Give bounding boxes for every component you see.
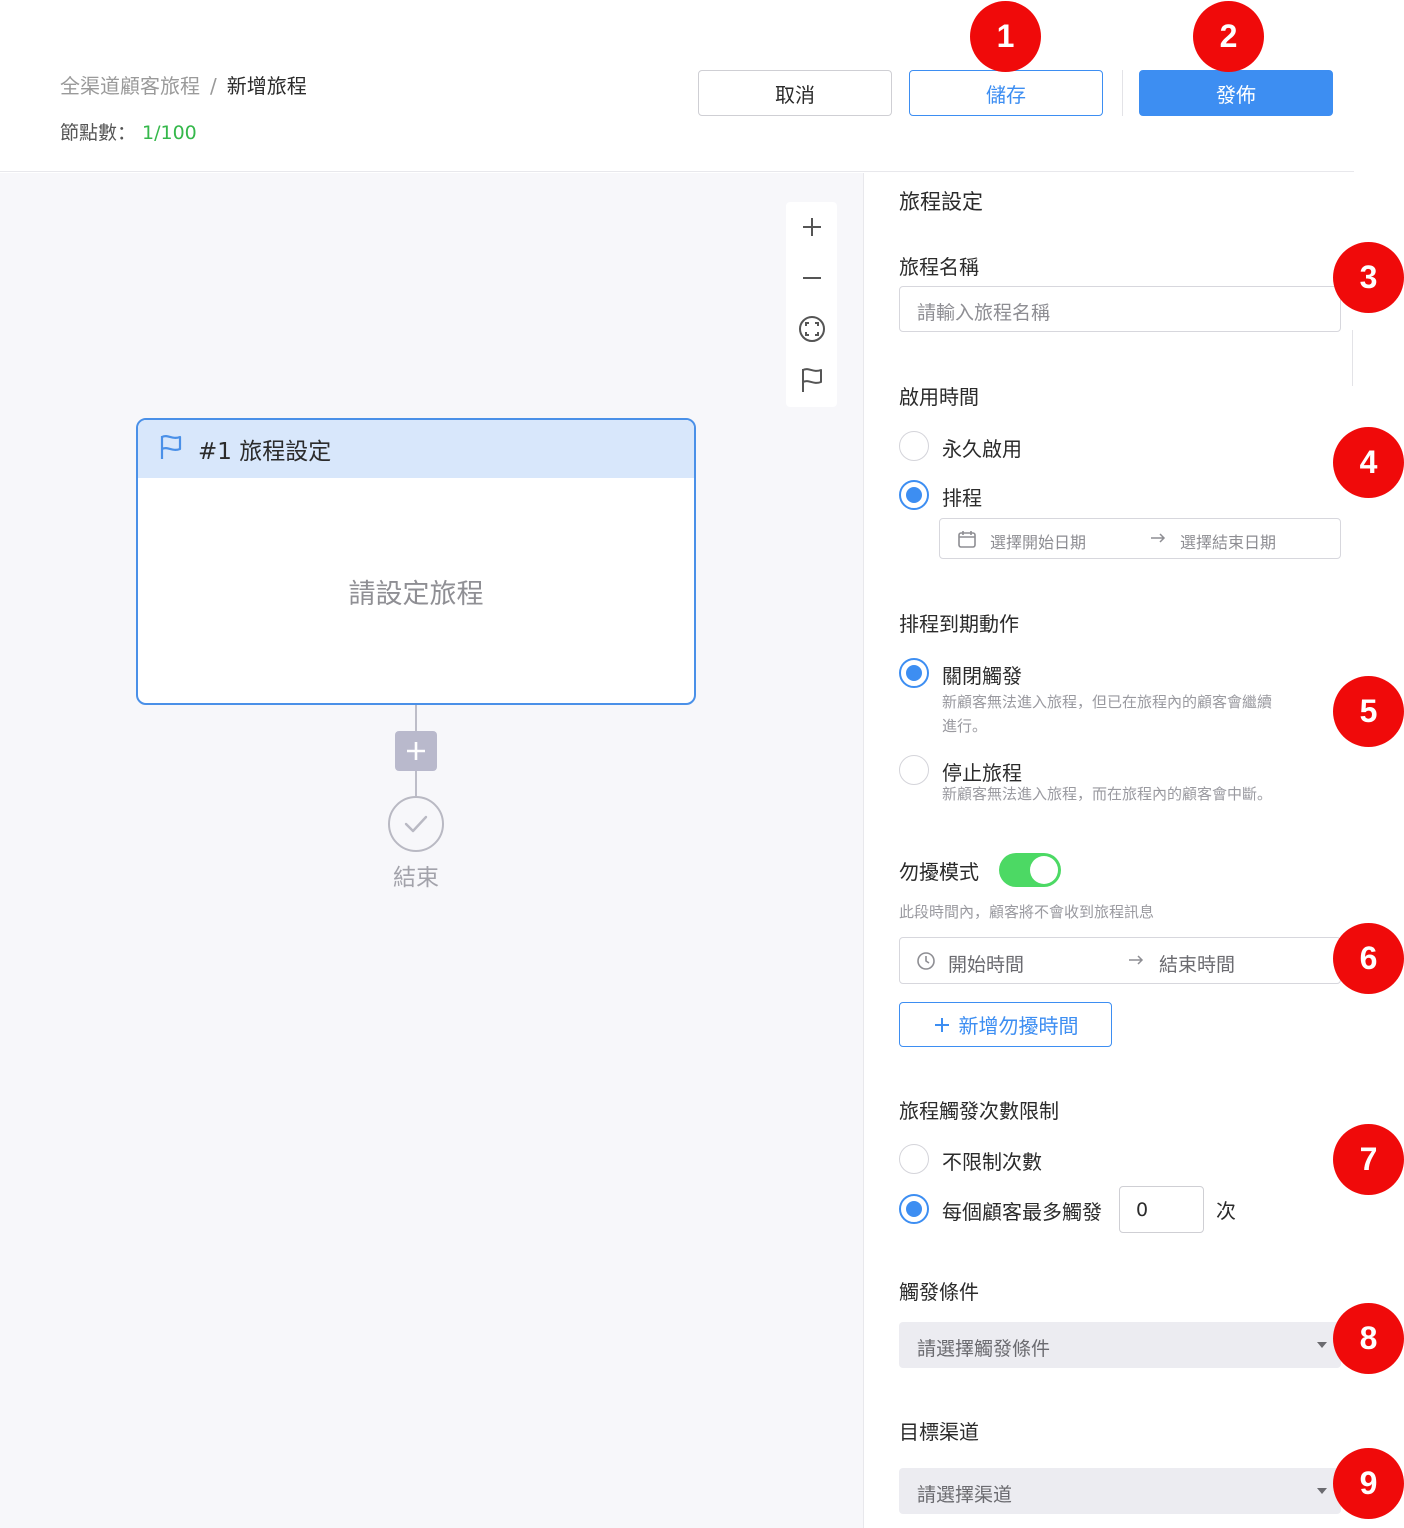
check-icon [404, 815, 428, 833]
active-time-label: 啟用時間 [899, 385, 979, 409]
annotation-badge-1: 1 [970, 1, 1041, 72]
add-dnd-time-label: 新增勿擾時間 [958, 1014, 1079, 1038]
radio-unlimited-label[interactable]: 不限制次數 [942, 1146, 1042, 1175]
target-channel-select[interactable]: 請選擇渠道 [899, 1468, 1341, 1514]
node-placeholder: 請設定旅程 [348, 579, 484, 610]
trigger-count-unit: 次 [1216, 1199, 1236, 1223]
radio-close-trigger-label[interactable]: 關閉觸發 [942, 660, 1022, 689]
connector-line [415, 705, 417, 731]
breadcrumb-root[interactable]: 全渠道顧客旅程 [60, 74, 200, 98]
dnd-start-placeholder[interactable]: 開始時間 [948, 950, 1024, 977]
publish-button[interactable]: 發佈 [1139, 70, 1333, 116]
close-trigger-hint-line2: 進行。 [942, 717, 988, 735]
toggle-knob [1030, 856, 1058, 884]
flag-icon[interactable] [786, 357, 837, 403]
annotation-badge-8: 8 [1333, 1303, 1404, 1374]
annotation-badge-5: 5 [1333, 676, 1404, 747]
radio-stop-journey[interactable] [899, 755, 929, 785]
cancel-button[interactable]: 取消 [698, 70, 892, 116]
plus-icon [407, 742, 425, 760]
radio-permanent[interactable] [899, 431, 929, 461]
add-node-button[interactable] [395, 731, 437, 771]
chevron-down-icon [1317, 1488, 1327, 1494]
save-button[interactable]: 儲存 [909, 70, 1103, 116]
zoom-toolbar [786, 202, 837, 407]
journey-name-label: 旅程名稱 [899, 255, 979, 279]
target-channel-placeholder: 請選擇渠道 [917, 1484, 1013, 1506]
target-channel-label: 目標渠道 [899, 1420, 979, 1444]
dnd-hint: 此段時間內，顧客將不會收到旅程訊息 [899, 903, 1155, 921]
node-count-label: 節點數： [60, 122, 137, 144]
node-count: 節點數： 1/100 [60, 118, 197, 145]
close-trigger-hint-line1: 新顧客無法進入旅程，但已在旅程內的顧客會繼續 [942, 693, 1273, 711]
fit-view-icon[interactable] [786, 306, 837, 352]
radio-close-trigger[interactable] [899, 658, 929, 688]
radio-permanent-label[interactable]: 永久啟用 [942, 433, 1022, 462]
radio-schedule-label[interactable]: 排程 [942, 482, 982, 511]
journey-name-input[interactable]: 請輸入旅程名稱 [899, 286, 1341, 332]
chevron-down-icon [1317, 1342, 1327, 1348]
node-title: #1 旅程設定 [198, 439, 332, 465]
dnd-time-range-picker[interactable]: 開始時間 結束時間 [899, 937, 1341, 984]
arrow-right-icon [1127, 951, 1145, 973]
trigger-condition-label: 觸發條件 [899, 1280, 979, 1304]
dnd-label: 勿擾模式 [899, 860, 979, 884]
start-date-placeholder[interactable]: 選擇開始日期 [990, 529, 1086, 553]
zoom-in-icon[interactable] [786, 204, 837, 250]
end-date-placeholder[interactable]: 選擇結束日期 [1180, 529, 1276, 553]
plus-icon [934, 1017, 949, 1032]
radio-schedule[interactable] [899, 480, 929, 510]
date-range-picker[interactable]: 選擇開始日期 選擇結束日期 [939, 518, 1341, 559]
annotation-badge-6: 6 [1333, 923, 1404, 994]
annotation-badge-2: 2 [1193, 1, 1264, 72]
breadcrumb-separator: / [210, 74, 217, 98]
add-dnd-time-button[interactable]: 新增勿擾時間 [899, 1002, 1112, 1047]
stop-journey-hint: 新顧客無法進入旅程，而在旅程內的顧客會中斷。 [942, 785, 1273, 803]
radio-max-per-customer[interactable] [899, 1194, 929, 1224]
radio-unlimited[interactable] [899, 1144, 929, 1174]
connector-line [415, 771, 417, 796]
annotation-badge-3: 3 [1333, 242, 1404, 313]
header-divider [1122, 70, 1123, 116]
trigger-condition-placeholder: 請選擇觸發條件 [917, 1338, 1051, 1360]
trigger-limit-label: 旅程觸發次數限制 [899, 1099, 1059, 1123]
journey-canvas[interactable] [0, 173, 864, 1528]
dnd-toggle[interactable] [999, 853, 1061, 887]
trigger-count-input[interactable]: 0 [1119, 1186, 1204, 1233]
breadcrumb-current: 新增旅程 [226, 74, 307, 98]
annotation-badge-9: 9 [1333, 1448, 1404, 1519]
annotation-badge-4: 4 [1333, 427, 1404, 498]
expiry-action-label: 排程到期動作 [899, 612, 1019, 636]
zoom-out-icon[interactable] [786, 255, 837, 301]
radio-max-per-customer-label[interactable]: 每個顧客最多觸發 [942, 1196, 1102, 1225]
node-header: #1 旅程設定 [138, 420, 694, 478]
panel-title: 旅程設定 [899, 190, 983, 214]
dnd-end-placeholder[interactable]: 結束時間 [1159, 950, 1235, 977]
end-label: 結束 [393, 865, 439, 891]
arrow-right-icon [1149, 529, 1167, 551]
trigger-condition-select[interactable]: 請選擇觸發條件 [899, 1322, 1341, 1368]
breadcrumb: 全渠道顧客旅程 / 新增旅程 [60, 70, 307, 99]
annotation-badge-7: 7 [1333, 1124, 1404, 1195]
node-count-value: 1/100 [142, 122, 197, 144]
flag-icon [158, 433, 184, 465]
panel-scroll-divider [1352, 330, 1353, 386]
end-node [388, 796, 444, 852]
journey-settings-node[interactable]: #1 旅程設定 請設定旅程 [136, 418, 696, 705]
calendar-icon [957, 529, 977, 553]
journey-name-placeholder: 請輸入旅程名稱 [917, 302, 1051, 324]
clock-icon [916, 951, 936, 975]
